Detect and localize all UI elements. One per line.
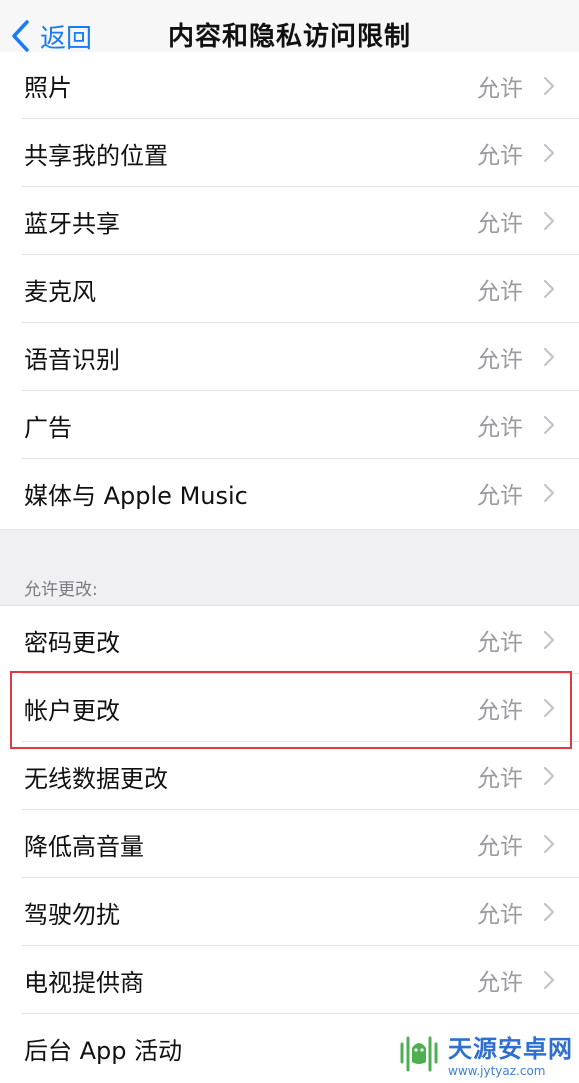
row-value: 允许 [477, 279, 523, 305]
row-label: 蓝牙共享 [24, 209, 120, 238]
row-bluetooth-sharing[interactable]: 蓝牙共享 允许 [0, 187, 579, 255]
row-speech-recognition[interactable]: 语音识别 允许 [0, 323, 579, 391]
row-value: 允许 [477, 415, 523, 441]
chevron-right-icon [543, 483, 555, 503]
chevron-right-icon [543, 347, 555, 367]
row-passcode-changes[interactable]: 密码更改 允许 [0, 606, 579, 674]
section-header: 允许更改: [24, 580, 98, 600]
row-driving-focus[interactable]: 驾驶勿扰 允许 [0, 878, 579, 946]
chevron-right-icon [543, 143, 555, 163]
watermark-url: www.jytyaz.com [448, 1063, 546, 1078]
chevron-right-icon [543, 279, 555, 299]
row-advertising[interactable]: 广告 允许 [0, 391, 579, 459]
row-value: 允许 [477, 766, 523, 792]
row-value: 允许 [477, 483, 523, 509]
row-label: 麦克风 [24, 277, 96, 306]
row-label: 电视提供商 [24, 968, 144, 997]
page-title: 内容和隐私访问限制 [167, 22, 411, 52]
row-account-changes[interactable]: 帐户更改 允许 [0, 674, 579, 742]
chevron-right-icon [543, 766, 555, 786]
chevron-right-icon [543, 698, 555, 718]
row-cellular-data-changes[interactable]: 无线数据更改 允许 [0, 742, 579, 810]
chevron-right-icon [543, 630, 555, 650]
chevron-right-icon [543, 211, 555, 231]
row-value: 允许 [477, 834, 523, 860]
row-value: 允许 [477, 347, 523, 373]
back-button[interactable]: 返回 [10, 16, 92, 56]
row-value: 允许 [477, 698, 523, 724]
chevron-right-icon [543, 970, 555, 990]
back-button-label: 返回 [40, 23, 93, 54]
row-label: 帐户更改 [24, 696, 120, 725]
watermark-text: 天源安卓网 www.jytyaz.com [448, 1029, 573, 1078]
row-microphone[interactable]: 麦克风 允许 [0, 255, 579, 323]
row-value: 允许 [477, 630, 523, 656]
android-logo-icon [400, 1036, 438, 1072]
chevron-right-icon [543, 76, 555, 96]
row-label: 降低高音量 [24, 832, 144, 861]
row-label: 无线数据更改 [24, 764, 168, 793]
row-reduce-loud-audio[interactable]: 降低高音量 允许 [0, 810, 579, 878]
row-value: 允许 [477, 143, 523, 169]
chevron-right-icon [543, 902, 555, 922]
row-photos[interactable]: 照片 允许 [0, 52, 579, 119]
watermark: 天源安卓网 www.jytyaz.com [396, 1027, 573, 1079]
row-share-location[interactable]: 共享我的位置 允许 [0, 119, 579, 187]
row-value: 允许 [477, 211, 523, 237]
row-label: 密码更改 [24, 628, 120, 657]
chevron-left-icon [12, 20, 29, 52]
row-label: 照片 [24, 74, 72, 102]
row-label: 广告 [24, 413, 72, 442]
row-label: 共享我的位置 [24, 141, 168, 170]
row-label: 驾驶勿扰 [24, 900, 120, 929]
row-media-apple-music[interactable]: 媒体与 Apple Music 允许 [0, 459, 579, 527]
row-label: 语音识别 [24, 345, 120, 374]
watermark-name: 天源安卓网 [448, 1034, 573, 1063]
row-tv-provider[interactable]: 电视提供商 允许 [0, 946, 579, 1014]
row-value: 允许 [477, 902, 523, 928]
row-label: 媒体与 Apple Music [24, 481, 248, 510]
settings-group-privacy: 照片 允许 共享我的位置 允许 蓝牙共享 允许 麦克风 允许 语音识别 允许 广… [0, 52, 579, 527]
settings-group-allow-changes: 密码更改 允许 帐户更改 允许 无线数据更改 允许 降低高音量 允许 驾驶勿扰 … [0, 606, 579, 1082]
chevron-right-icon [543, 415, 555, 435]
row-value: 允许 [477, 970, 523, 996]
chevron-right-icon [543, 834, 555, 854]
row-value: 允许 [477, 75, 523, 102]
section-separator: 允许更改: [0, 529, 579, 606]
row-label: 后台 App 活动 [24, 1036, 183, 1065]
